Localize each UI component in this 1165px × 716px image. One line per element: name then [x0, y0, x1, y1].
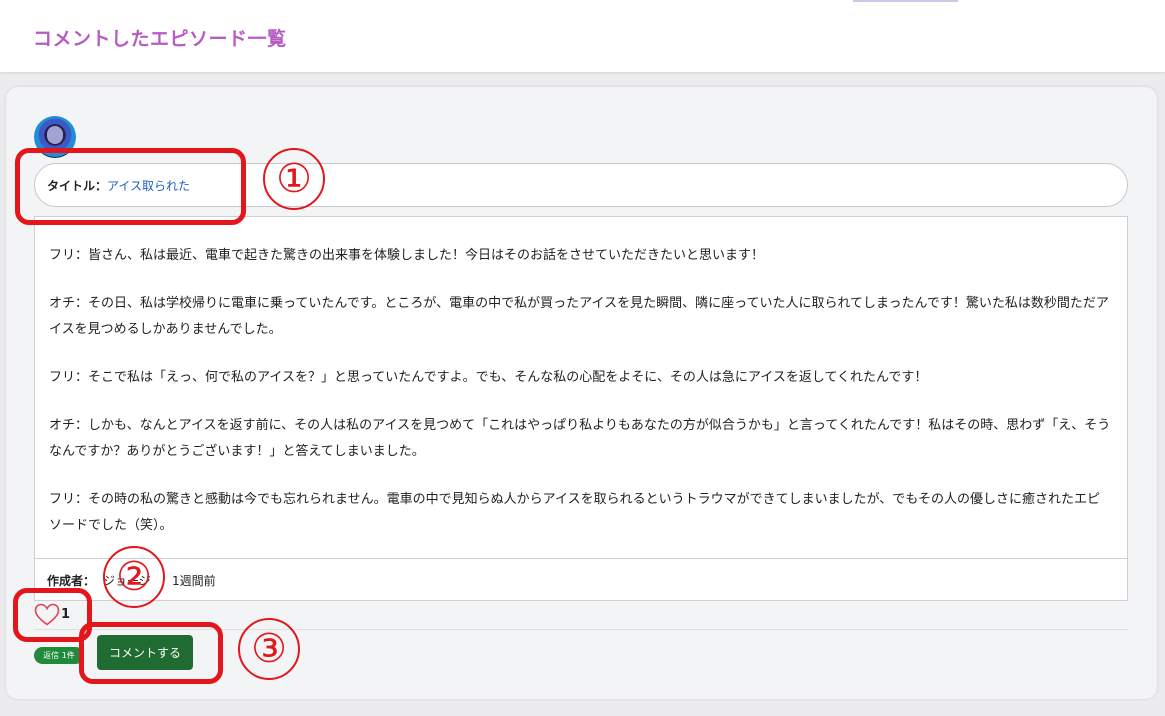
tab-indicator — [853, 0, 958, 2]
episode-paragraph: フリ：皆さん、私は最近、電車で起きた驚きの出来事を体験しました！今日はそのお話を… — [49, 248, 765, 263]
annotation-number-3: ③ — [238, 618, 300, 680]
reply-count-badge[interactable]: 返信 1件 — [34, 647, 84, 664]
annotation-number-2: ② — [103, 546, 165, 608]
avatar-figure-icon — [47, 126, 63, 144]
episode-body: フリ：皆さん、私は最近、電車で起きた驚きの出来事を体験しました！今日はそのお話を… — [34, 216, 1128, 559]
annotation-box-title — [15, 148, 246, 225]
author-label: 作成者： — [47, 574, 96, 588]
episode-paragraph: フリ：その時の私の驚きと感動は今でも忘れられません。電車の中で見知らぬ人からアイ… — [49, 492, 1101, 533]
episode-meta-row: 作成者： ジョージ 1週間前 — [34, 559, 1128, 601]
top-bar: コメントしたエピソード一覧 — [0, 0, 1165, 73]
episode-paragraph: オチ：しかも、なんとアイスを返す前に、その人は私のアイスを見つめて「これはやっぱ… — [49, 418, 1111, 459]
episode-paragraph: フリ：そこで私は「えっ、何で私のアイスを？」と思っていたんですよ。でも、そんな私… — [49, 370, 928, 385]
annotation-box-comment — [79, 622, 223, 684]
posted-time: 1週間前 — [172, 574, 216, 588]
annotation-number-1: ① — [263, 148, 325, 210]
episode-paragraph: オチ：その日、私は学校帰りに電車に乗っていたんです。ところが、電車の中で私が買っ… — [49, 296, 1109, 337]
page-title: コメントしたエピソード一覧 — [33, 28, 287, 50]
